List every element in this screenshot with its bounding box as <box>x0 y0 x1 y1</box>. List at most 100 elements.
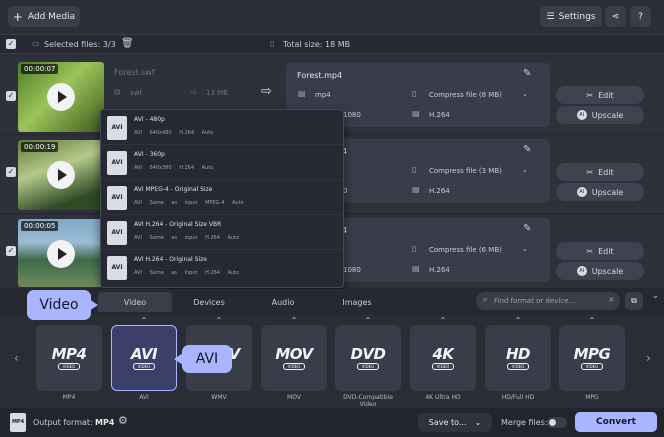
preset-item[interactable]: AVI AVI - 480p AVI 640x480 H.264 Auto <box>101 110 343 145</box>
merge-files-label: Merge files: <box>501 418 548 427</box>
output-format-value: MP4 <box>95 418 115 427</box>
search-input[interactable]: Find format or device... <box>494 297 575 305</box>
chevron-up-icon[interactable]: ⌃ <box>559 316 625 325</box>
avi-file-icon: AVI <box>107 151 127 175</box>
pencil-icon[interactable]: ✎ <box>523 223 531 234</box>
compress-dropdown[interactable]: Compress file (6 MB) <box>429 246 502 254</box>
video-thumbnail[interactable]: 00:00:05 <box>18 219 104 287</box>
chevron-left-icon[interactable]: ‹ <box>14 351 19 365</box>
preset-item[interactable]: AVI AVI - 360p AVI 640x360 H.264 Auto <box>101 145 343 180</box>
format-label: 4K Ultra HD <box>425 394 461 401</box>
convert-button[interactable]: Convert <box>575 412 657 432</box>
ai-icon: AI <box>576 110 587 120</box>
video-thumbnail[interactable]: 00:00:19 <box>18 140 104 210</box>
preset-item[interactable]: AVI AVI H.264 - Original Size VBR AVI Same… <box>101 215 343 250</box>
edit-button[interactable]: ✂ Edit <box>556 86 644 104</box>
format-tile-avi[interactable]: AVI VIDEO <box>111 325 177 391</box>
files-icon: ▭ <box>32 39 40 48</box>
callout-pointer <box>174 353 183 365</box>
source-format: swf <box>130 89 142 97</box>
chevron-up-icon[interactable]: ⌃ <box>111 316 177 325</box>
format-grid: ‹ › ⌃ MP4VIDEO MP4 ⌃ AVIVIDEO AVI ⌃ WMVV… <box>0 315 664 408</box>
scissors-icon: ✂ <box>586 246 594 256</box>
tab-video[interactable]: Video <box>98 292 172 312</box>
chevron-up-icon[interactable]: ⌃ <box>261 316 327 325</box>
add-preset-button[interactable]: ⧉ <box>625 292 643 310</box>
video-thumbnail[interactable]: 00:00:07 <box>18 62 104 132</box>
chevron-down-icon: ⌄ <box>474 418 482 427</box>
merge-toggle[interactable] <box>547 417 567 428</box>
preset-item[interactable]: AVI AVI H.264 - Original Size AVI Same as … <box>101 250 343 285</box>
search-box[interactable]: ⌕ Find format or device... × <box>476 292 620 310</box>
format-tile-mov[interactable]: MOV VIDEO <box>261 325 327 391</box>
format-label: HD/Full HD <box>501 394 535 401</box>
compress-dropdown[interactable]: Compress file (3 MB) <box>429 167 502 175</box>
pencil-icon[interactable]: ✎ <box>523 68 531 79</box>
output-format[interactable]: mp4 <box>315 91 331 99</box>
output-filename[interactable]: Forest.mp4 <box>297 71 342 80</box>
chevron-right-icon[interactable]: › <box>646 351 651 365</box>
help-button[interactable]: ? <box>630 6 651 27</box>
source-size: 13 MB <box>206 89 228 97</box>
file-checkbox[interactable]: ✓ <box>6 91 16 101</box>
tab-devices[interactable]: Devices <box>172 292 246 312</box>
tab-images[interactable]: Images <box>320 292 394 312</box>
format-tile-hd[interactable]: HD VIDEO <box>485 325 551 391</box>
callout-pointer <box>89 299 98 311</box>
avi-file-icon: AVI <box>107 256 127 280</box>
chevron-up-icon[interactable]: ⌃ <box>485 316 551 325</box>
folder-icon: ▭ <box>190 88 197 96</box>
chevron-down-icon[interactable]: ⌄ <box>522 90 528 98</box>
source-filename: Forest.swf <box>114 68 155 77</box>
collapse-icon[interactable]: ⌄ <box>652 291 659 300</box>
format-tile-dvd[interactable]: DVD VIDEO <box>335 325 401 391</box>
edit-button[interactable]: ✂ Edit <box>556 242 644 260</box>
chevron-up-icon[interactable]: ⌃ <box>186 316 252 325</box>
settings-button[interactable]: ☰ Settings <box>540 6 602 27</box>
format-label: MP4 <box>62 394 76 401</box>
save-to-dropdown[interactable]: Save to... ⌄ <box>418 413 492 432</box>
codec-icon: ▤ <box>412 109 420 118</box>
select-all-checkbox[interactable]: ✓ <box>6 39 16 49</box>
delete-icon[interactable]: 🗑 <box>121 38 134 49</box>
search-icon: ⌕ <box>483 295 488 304</box>
format-label: MOV <box>287 394 301 401</box>
chevron-up-icon[interactable]: ⌃ <box>335 316 401 325</box>
add-media-button[interactable]: + Add Media <box>8 6 80 27</box>
duration-badge: 00:00:05 <box>21 221 59 231</box>
gear-icon[interactable]: ⚙ <box>118 414 128 427</box>
format-tile-mpg[interactable]: MPG VIDEO <box>559 325 625 391</box>
play-icon[interactable] <box>47 83 75 111</box>
compress-icon: ▯ <box>412 244 417 253</box>
selection-bar: ✓ ▭ Selected files: 3/3 🗑 ▯ Total size: … <box>0 34 664 54</box>
edit-button[interactable]: ✂ Edit <box>556 163 644 181</box>
format-label: MPG <box>585 394 599 401</box>
duration-badge: 00:00:19 <box>21 142 59 152</box>
tab-audio[interactable]: Audio <box>246 292 320 312</box>
total-size: Total size: 18 MB <box>283 40 351 49</box>
pencil-icon[interactable]: ✎ <box>523 144 531 155</box>
preset-item[interactable]: AVI AVI MPEG-4 - Original Size AVI Same as… <box>101 180 343 215</box>
play-icon[interactable] <box>47 240 75 268</box>
upscale-button[interactable]: AI Upscale <box>556 183 644 201</box>
clear-icon[interactable]: × <box>608 295 615 304</box>
upscale-button[interactable]: AI Upscale <box>556 262 644 280</box>
share-button[interactable]: ⋖ <box>605 6 626 27</box>
format-tabs: Video Devices Audio Images ⌕ Find format… <box>0 289 664 315</box>
top-toolbar: + Add Media ☰ Settings ⋖ ? <box>0 0 664 34</box>
chevron-down-icon[interactable]: ⌄ <box>522 245 528 253</box>
chevron-up-icon[interactable]: ⌃ <box>410 316 476 325</box>
share-icon: ⋖ <box>611 11 620 22</box>
upscale-button[interactable]: AI Upscale <box>556 106 644 124</box>
scissors-icon: ✂ <box>586 167 594 177</box>
compress-icon: ▯ <box>412 165 417 174</box>
chevron-down-icon[interactable]: ⌄ <box>522 166 528 174</box>
compress-dropdown[interactable]: Compress file (8 MB) <box>429 91 502 99</box>
play-icon[interactable] <box>47 161 75 189</box>
file-checkbox[interactable]: ✓ <box>6 246 16 256</box>
codec-icon: ▤ <box>412 264 420 273</box>
format-tile-mp4[interactable]: MP4 VIDEO <box>36 325 102 391</box>
format-tile-4k[interactable]: 4K VIDEO <box>410 325 476 391</box>
file-checkbox[interactable]: ✓ <box>6 167 16 177</box>
avi-file-icon: AVI <box>107 221 127 245</box>
